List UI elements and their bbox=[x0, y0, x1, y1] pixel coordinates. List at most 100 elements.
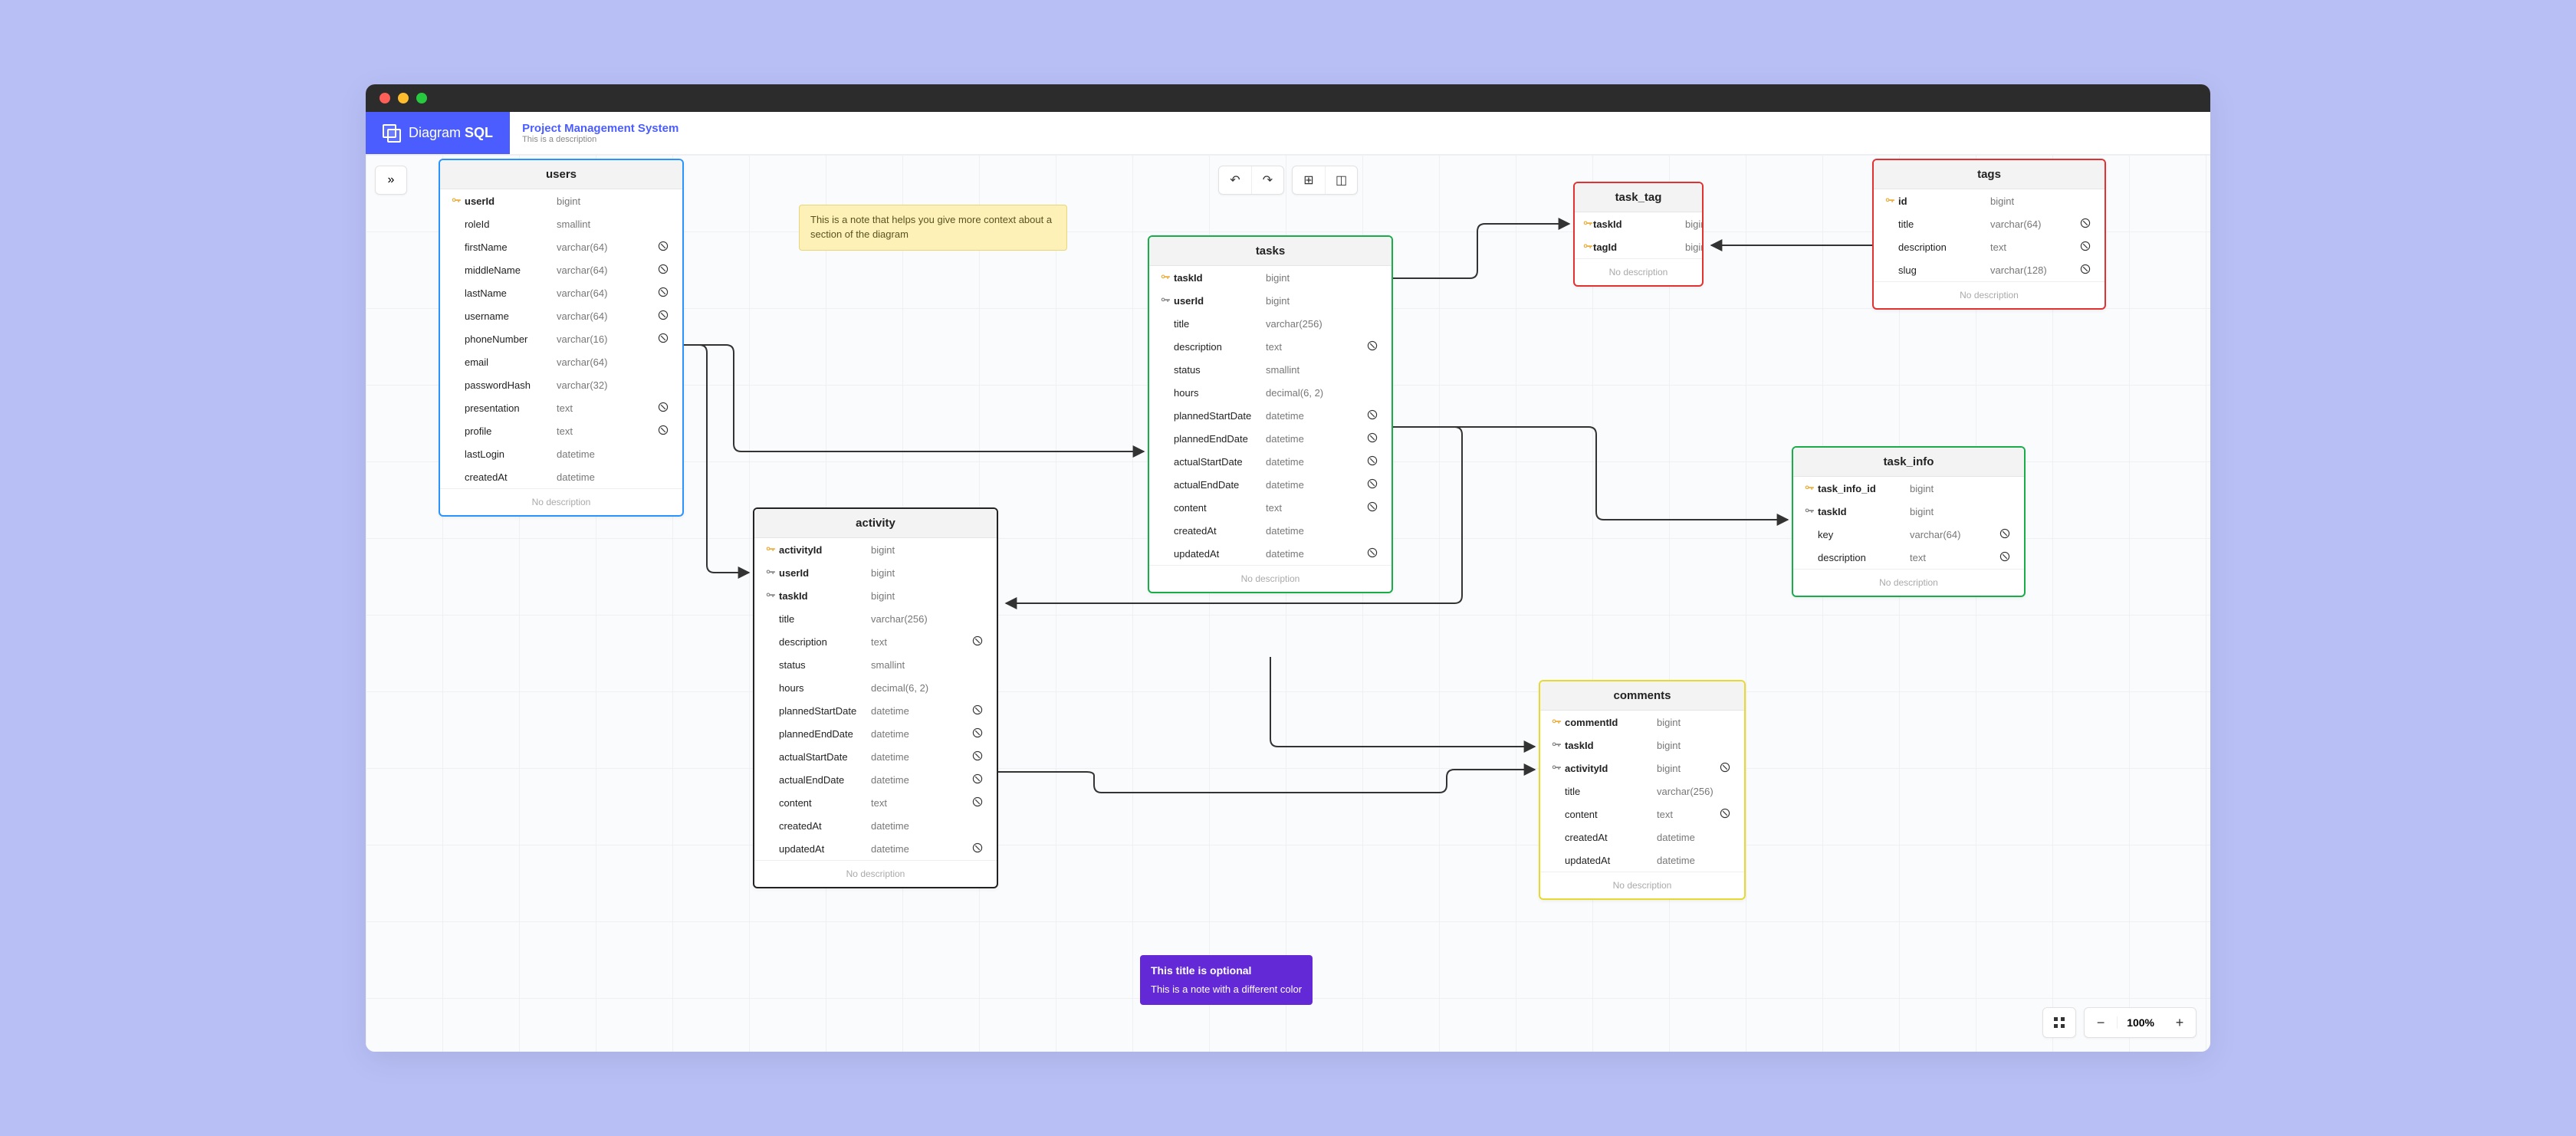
table-column[interactable]: updatedAt datetime bbox=[754, 837, 997, 860]
table-column[interactable]: taskId bigint bbox=[1793, 500, 2024, 523]
table-column[interactable]: createdAt datetime bbox=[440, 465, 682, 488]
table-column[interactable]: username varchar(64) bbox=[440, 304, 682, 327]
table-column[interactable]: taskId bigint bbox=[1149, 266, 1392, 289]
project-title: Project Management System bbox=[522, 122, 678, 135]
table-column[interactable]: content text bbox=[754, 791, 997, 814]
table-column[interactable]: taskId bigint bbox=[1540, 734, 1744, 757]
table-column[interactable]: description text bbox=[1874, 235, 2104, 258]
table-column[interactable]: title varchar(256) bbox=[754, 607, 997, 630]
table-column[interactable]: taskId bigint bbox=[1575, 212, 1702, 235]
column-type: varchar(256) bbox=[871, 613, 989, 625]
table-column[interactable]: content text bbox=[1540, 803, 1744, 826]
grid-toggle-button[interactable] bbox=[2043, 1008, 2075, 1037]
table-tasks[interactable]: tasks taskId bigint userId bigint title … bbox=[1148, 235, 1393, 593]
table-header[interactable]: users bbox=[440, 160, 682, 189]
nullable-icon bbox=[658, 333, 675, 346]
minimize-icon[interactable] bbox=[398, 93, 409, 103]
table-column[interactable]: taskId bigint bbox=[754, 584, 997, 607]
grid-icon bbox=[2053, 1016, 2065, 1029]
table-column[interactable]: activityId bigint bbox=[1540, 757, 1744, 780]
table-header[interactable]: comments bbox=[1540, 681, 1744, 711]
add-table-button[interactable]: ⊞ bbox=[1293, 166, 1325, 194]
table-column[interactable]: plannedEndDate datetime bbox=[1149, 427, 1392, 450]
table-column[interactable]: description text bbox=[754, 630, 997, 653]
table-comments[interactable]: comments commentId bigint taskId bigint … bbox=[1539, 680, 1746, 900]
table-header[interactable]: task_info bbox=[1793, 448, 2024, 477]
table-column[interactable]: tagId bigint bbox=[1575, 235, 1702, 258]
table-column[interactable]: plannedStartDate datetime bbox=[754, 699, 997, 722]
table-column[interactable]: actualEndDate datetime bbox=[754, 768, 997, 791]
table-column[interactable]: passwordHash varchar(32) bbox=[440, 373, 682, 396]
table-column[interactable]: actualEndDate datetime bbox=[1149, 473, 1392, 496]
table-column[interactable]: userId bigint bbox=[440, 189, 682, 212]
sticky-note[interactable]: This is a note that helps you give more … bbox=[799, 205, 1067, 251]
project-header[interactable]: Project Management System This is a desc… bbox=[510, 112, 691, 154]
table-column[interactable]: lastLogin datetime bbox=[440, 442, 682, 465]
table-task_info[interactable]: task_info task_info_id bigint taskId big… bbox=[1792, 446, 2026, 597]
table-column[interactable]: createdAt datetime bbox=[1540, 826, 1744, 849]
column-name: createdAt bbox=[465, 471, 557, 483]
table-column[interactable]: createdAt datetime bbox=[754, 814, 997, 837]
nullable-icon bbox=[658, 287, 675, 300]
table-column[interactable]: description text bbox=[1149, 335, 1392, 358]
table-column[interactable]: createdAt datetime bbox=[1149, 519, 1392, 542]
table-column[interactable]: plannedStartDate datetime bbox=[1149, 404, 1392, 427]
table-column[interactable]: hours decimal(6, 2) bbox=[754, 676, 997, 699]
add-note-button[interactable]: ◫ bbox=[1325, 166, 1357, 194]
table-column[interactable]: updatedAt datetime bbox=[1149, 542, 1392, 565]
table-column[interactable]: description text bbox=[1793, 546, 2024, 569]
table-activity[interactable]: activity activityId bigint userId bigint… bbox=[753, 507, 998, 888]
zoom-out-button[interactable]: − bbox=[2085, 1008, 2117, 1037]
zoom-in-button[interactable]: + bbox=[2164, 1008, 2196, 1037]
table-users[interactable]: users userId bigint roleId smallint firs… bbox=[439, 159, 684, 517]
maximize-icon[interactable] bbox=[416, 93, 427, 103]
table-column[interactable]: activityId bigint bbox=[754, 538, 997, 561]
toggle-sidebar-button[interactable]: » bbox=[375, 166, 407, 195]
table-column[interactable]: id bigint bbox=[1874, 189, 2104, 212]
brand-logo[interactable]: Diagram SQL bbox=[366, 112, 510, 154]
table-column[interactable]: slug varchar(128) bbox=[1874, 258, 2104, 281]
table-column[interactable]: roleId smallint bbox=[440, 212, 682, 235]
table-task_tag[interactable]: task_tag taskId bigint tagId bigint No d… bbox=[1573, 182, 1704, 287]
table-header[interactable]: tags bbox=[1874, 160, 2104, 189]
table-header[interactable]: activity bbox=[754, 509, 997, 538]
table-column[interactable]: actualStartDate datetime bbox=[754, 745, 997, 768]
column-type: text bbox=[557, 402, 658, 414]
table-column[interactable]: userId bigint bbox=[1149, 289, 1392, 312]
table-column[interactable]: firstName varchar(64) bbox=[440, 235, 682, 258]
table-column[interactable]: title varchar(256) bbox=[1149, 312, 1392, 335]
sticky-note[interactable]: This title is optionalThis is a note wit… bbox=[1140, 955, 1313, 1005]
table-column[interactable]: updatedAt datetime bbox=[1540, 849, 1744, 872]
table-column[interactable]: lastName varchar(64) bbox=[440, 281, 682, 304]
table-column[interactable]: profile text bbox=[440, 419, 682, 442]
table-column[interactable]: middleName varchar(64) bbox=[440, 258, 682, 281]
table-column[interactable]: status smallint bbox=[1149, 358, 1392, 381]
column-type: datetime bbox=[1266, 479, 1367, 491]
column-type: datetime bbox=[1266, 433, 1367, 445]
table-column[interactable]: userId bigint bbox=[754, 561, 997, 584]
app-header: Diagram SQL Project Management System Th… bbox=[366, 112, 2210, 155]
table-column[interactable]: email varchar(64) bbox=[440, 350, 682, 373]
table-column[interactable]: task_info_id bigint bbox=[1793, 477, 2024, 500]
table-column[interactable]: status smallint bbox=[754, 653, 997, 676]
column-type: bigint bbox=[557, 195, 675, 207]
diagram-canvas[interactable]: » ↶ ↷ ⊞ ◫ This is a note that helps you … bbox=[366, 155, 2210, 1052]
table-column[interactable]: commentId bigint bbox=[1540, 711, 1744, 734]
redo-button[interactable]: ↷ bbox=[1251, 166, 1283, 194]
table-column[interactable]: presentation text bbox=[440, 396, 682, 419]
table-tags[interactable]: tags id bigint title varchar(64) descrip… bbox=[1872, 159, 2106, 310]
table-column[interactable]: plannedEndDate datetime bbox=[754, 722, 997, 745]
table-column[interactable]: phoneNumber varchar(16) bbox=[440, 327, 682, 350]
table-header[interactable]: task_tag bbox=[1575, 183, 1702, 212]
table-footer: No description bbox=[1575, 258, 1702, 285]
undo-button[interactable]: ↶ bbox=[1219, 166, 1251, 194]
table-column[interactable]: key varchar(64) bbox=[1793, 523, 2024, 546]
close-icon[interactable] bbox=[380, 93, 390, 103]
table-column[interactable]: hours decimal(6, 2) bbox=[1149, 381, 1392, 404]
table-column[interactable]: title varchar(64) bbox=[1874, 212, 2104, 235]
brand-icon bbox=[383, 124, 401, 143]
table-header[interactable]: tasks bbox=[1149, 237, 1392, 266]
table-column[interactable]: content text bbox=[1149, 496, 1392, 519]
table-column[interactable]: actualStartDate datetime bbox=[1149, 450, 1392, 473]
table-column[interactable]: title varchar(256) bbox=[1540, 780, 1744, 803]
